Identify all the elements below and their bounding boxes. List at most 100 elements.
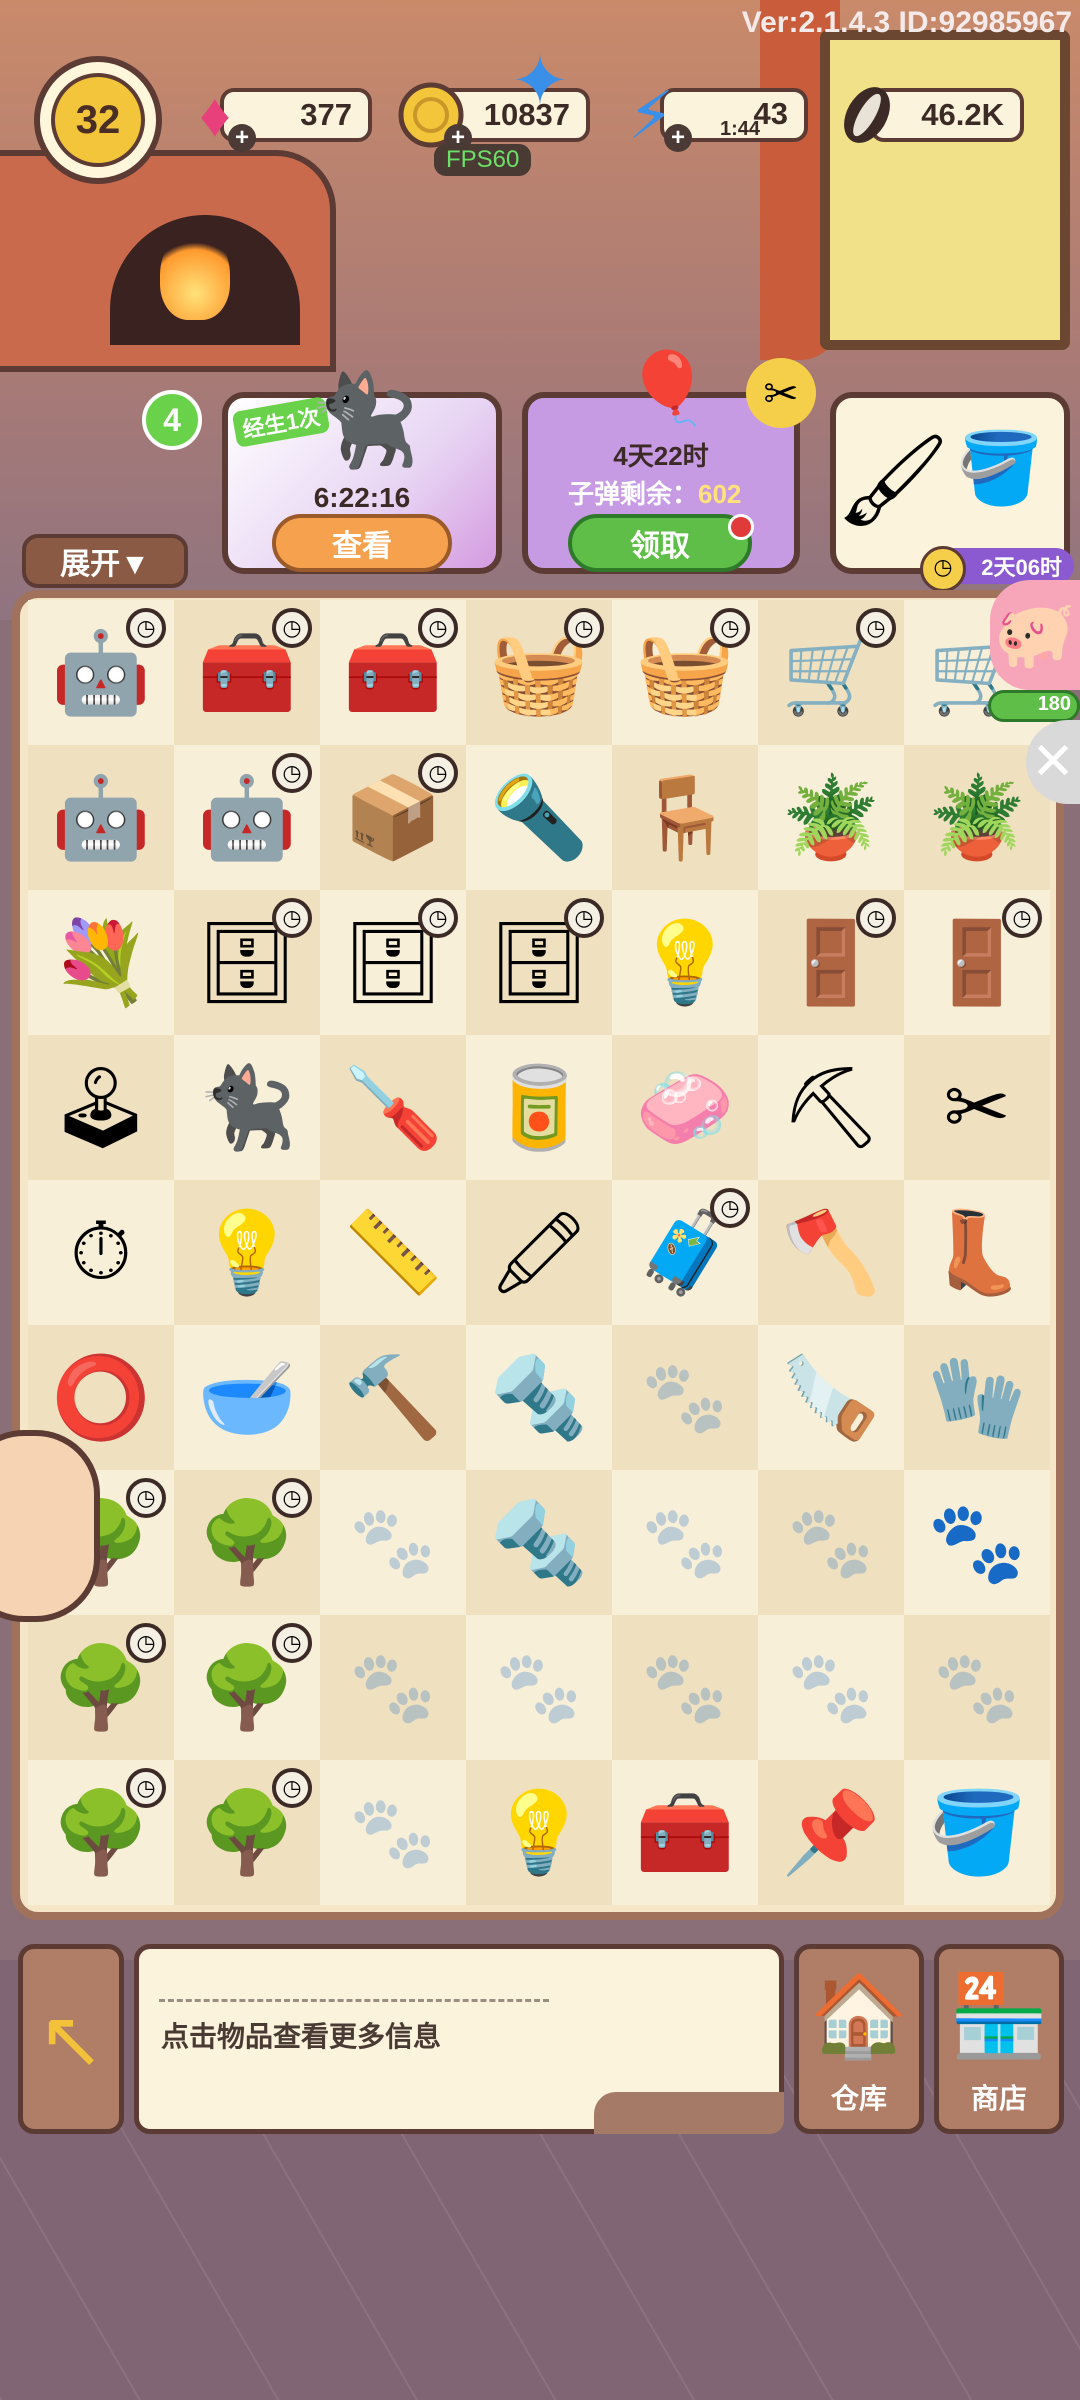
paw-print-icon: 🐾 [641, 1647, 729, 1726]
timer-icon: ◷ [564, 608, 604, 648]
grid-cell[interactable]: 💡 [466, 1760, 612, 1905]
version-text: Ver:2.1.4.3 ID:92985967 [741, 6, 1072, 39]
grid-cell[interactable]: 🧼 [612, 1035, 758, 1180]
grid-cell[interactable]: 🧳 ◷ [612, 1180, 758, 1325]
grid-cell[interactable]: 💡 [174, 1180, 320, 1325]
grid-cell[interactable]: 🪛 [320, 1035, 466, 1180]
grid-cell[interactable]: 🗄 ◷ [320, 890, 466, 1035]
ammo-value: 602 [698, 479, 742, 509]
add-gems-icon[interactable]: + [228, 124, 256, 152]
back-button[interactable]: ↖ [18, 1944, 124, 2134]
grid-cell[interactable]: 🤖 ◷ [174, 745, 320, 890]
grid-cell[interactable]: 🚪 ◷ [758, 890, 904, 1035]
grid-cell[interactable]: 🐾 [320, 1760, 466, 1905]
expand-button[interactable]: 展开▼ [22, 534, 188, 588]
side-cat-paw-button[interactable] [0, 1430, 100, 1622]
flashlight-icon: 🔦 [489, 772, 589, 862]
grid-cell[interactable]: 🕹 [28, 1035, 174, 1180]
black-cat-icon: 🐈‍⬛ [197, 1062, 297, 1152]
hammer-icon: 🔨 [343, 1352, 443, 1442]
grid-cell[interactable]: 🐾 [904, 1615, 1050, 1760]
close-icon[interactable]: ✕ [1026, 720, 1080, 804]
grid-cell[interactable]: 🐾 [320, 1615, 466, 1760]
grid-cell[interactable]: ⏱ [28, 1180, 174, 1325]
grid-cell[interactable]: 🧤 [904, 1325, 1050, 1470]
stool-icon: 🪑 [635, 772, 735, 862]
warehouse-icon: 🏠 [809, 1971, 909, 2060]
warehouse-button[interactable]: 🏠 仓库 [794, 1944, 924, 2134]
shop-label: 商店 [970, 2083, 1027, 2114]
grid-cell[interactable]: 💐 [28, 890, 174, 1035]
view-button[interactable]: 查看 [272, 514, 452, 572]
timer-icon: ◷ [126, 1478, 166, 1518]
grid-cell[interactable]: 🧰 ◷ [320, 600, 466, 745]
grid-cell[interactable]: 🔩 [466, 1325, 612, 1470]
grid-cell[interactable]: 🪚 [758, 1325, 904, 1470]
grid-cell[interactable]: 👢 [904, 1180, 1050, 1325]
grid-cell[interactable]: 🐾 [612, 1325, 758, 1470]
grid-cell[interactable]: 🌳 ◷ [174, 1760, 320, 1905]
grid-cell[interactable]: 🛒 ◷ [758, 600, 904, 745]
grid-cell[interactable]: 🌳 ◷ [174, 1470, 320, 1615]
piggy-bank-icon[interactable]: 🐖 [990, 580, 1080, 690]
paw-print-icon: 🐾 [787, 1502, 875, 1581]
lightning-pot-icon: 🪴 [781, 772, 881, 862]
grid-cell[interactable]: 🔦 [466, 745, 612, 890]
grid-cell[interactable]: 🔨 [320, 1325, 466, 1470]
grid-cell[interactable]: 🌳 ◷ [28, 1615, 174, 1760]
grid-cell[interactable]: 🔩 [466, 1470, 612, 1615]
grid-cell[interactable]: 🐾 [320, 1470, 466, 1615]
timer-icon: ◷ [418, 753, 458, 793]
grid-cell[interactable]: 🚪 ◷ [904, 890, 1050, 1035]
grid-cell[interactable]: 📦 ◷ [320, 745, 466, 890]
flower-vase-icon: 💐 [51, 917, 151, 1007]
grid-cell[interactable]: 🥣 [174, 1325, 320, 1470]
grid-cell[interactable]: 🌳 ◷ [28, 1760, 174, 1905]
grid-cell[interactable]: 🧺 ◷ [612, 600, 758, 745]
grid-cell[interactable]: 🐾 [466, 1615, 612, 1760]
grid-cell[interactable]: 🖍 [466, 1180, 612, 1325]
paint-tubes-icon: 🖍 [488, 1207, 590, 1297]
timer-icon: ◷ [272, 1623, 312, 1663]
add-energy-icon[interactable]: + [664, 124, 692, 152]
claim-button[interactable]: 领取 [568, 514, 752, 572]
shop-button[interactable]: 🏪 商店 [934, 1944, 1064, 2134]
grid-cell[interactable]: 🗄 ◷ [174, 890, 320, 1035]
arcade-machine-icon: 🕹 [50, 1062, 152, 1152]
grid-cell[interactable]: 🥫 [466, 1035, 612, 1180]
ammo-label: 子弹剩余： [568, 479, 699, 509]
grid-cell[interactable]: 🪑 [612, 745, 758, 890]
timer-icon: ◷ [564, 898, 604, 938]
grid-cell[interactable]: 🐾 [612, 1615, 758, 1760]
grid-cell[interactable]: 📏 [320, 1180, 466, 1325]
grid-cell[interactable]: 🤖 [28, 745, 174, 890]
grid-cell[interactable]: 🧺 ◷ [466, 600, 612, 745]
timer-icon: ◷ [126, 608, 166, 648]
grid-cell[interactable]: 🪓 [758, 1180, 904, 1325]
grid-cell[interactable]: 🗄 ◷ [466, 890, 612, 1035]
paw-print-icon: 🐾 [787, 1647, 875, 1726]
grid-cell[interactable]: ✂ [904, 1035, 1050, 1180]
grid-cell[interactable]: 💡 [612, 890, 758, 1035]
grid-cell[interactable]: 🧰 [612, 1760, 758, 1905]
grid-cell[interactable]: 🐾 [904, 1470, 1050, 1615]
balloons-icon: 🎈 [624, 349, 712, 427]
grid-cell[interactable]: 🌳 ◷ [174, 1615, 320, 1760]
grid-cell[interactable]: 🐾 [758, 1615, 904, 1760]
timer-icon: ◷ [856, 898, 896, 938]
cat-event-timer: 6:22:16 [313, 482, 411, 513]
grid-cell[interactable]: 🐾 [758, 1470, 904, 1615]
expand-count-badge: 4 [142, 390, 202, 450]
grid-cell[interactable]: 🧰 ◷ [174, 600, 320, 745]
grid-cell[interactable]: 🪴 [758, 745, 904, 890]
grid-cell[interactable]: 📌 [758, 1760, 904, 1905]
screw-icon: 🔩 [489, 1497, 589, 1587]
grid-cell[interactable]: ⛏ [758, 1035, 904, 1180]
grid-cell[interactable]: 🐈‍⬛ [174, 1035, 320, 1180]
grid-cell[interactable]: 🐾 [612, 1470, 758, 1615]
paw-print-icon: 🐾 [349, 1792, 437, 1871]
grid-cell[interactable]: 🤖 ◷ [28, 600, 174, 745]
level-tool-icon: 📏 [343, 1207, 443, 1297]
scissors-icon[interactable]: ✂ [746, 358, 816, 428]
grid-cell[interactable]: 🪣 [904, 1760, 1050, 1905]
